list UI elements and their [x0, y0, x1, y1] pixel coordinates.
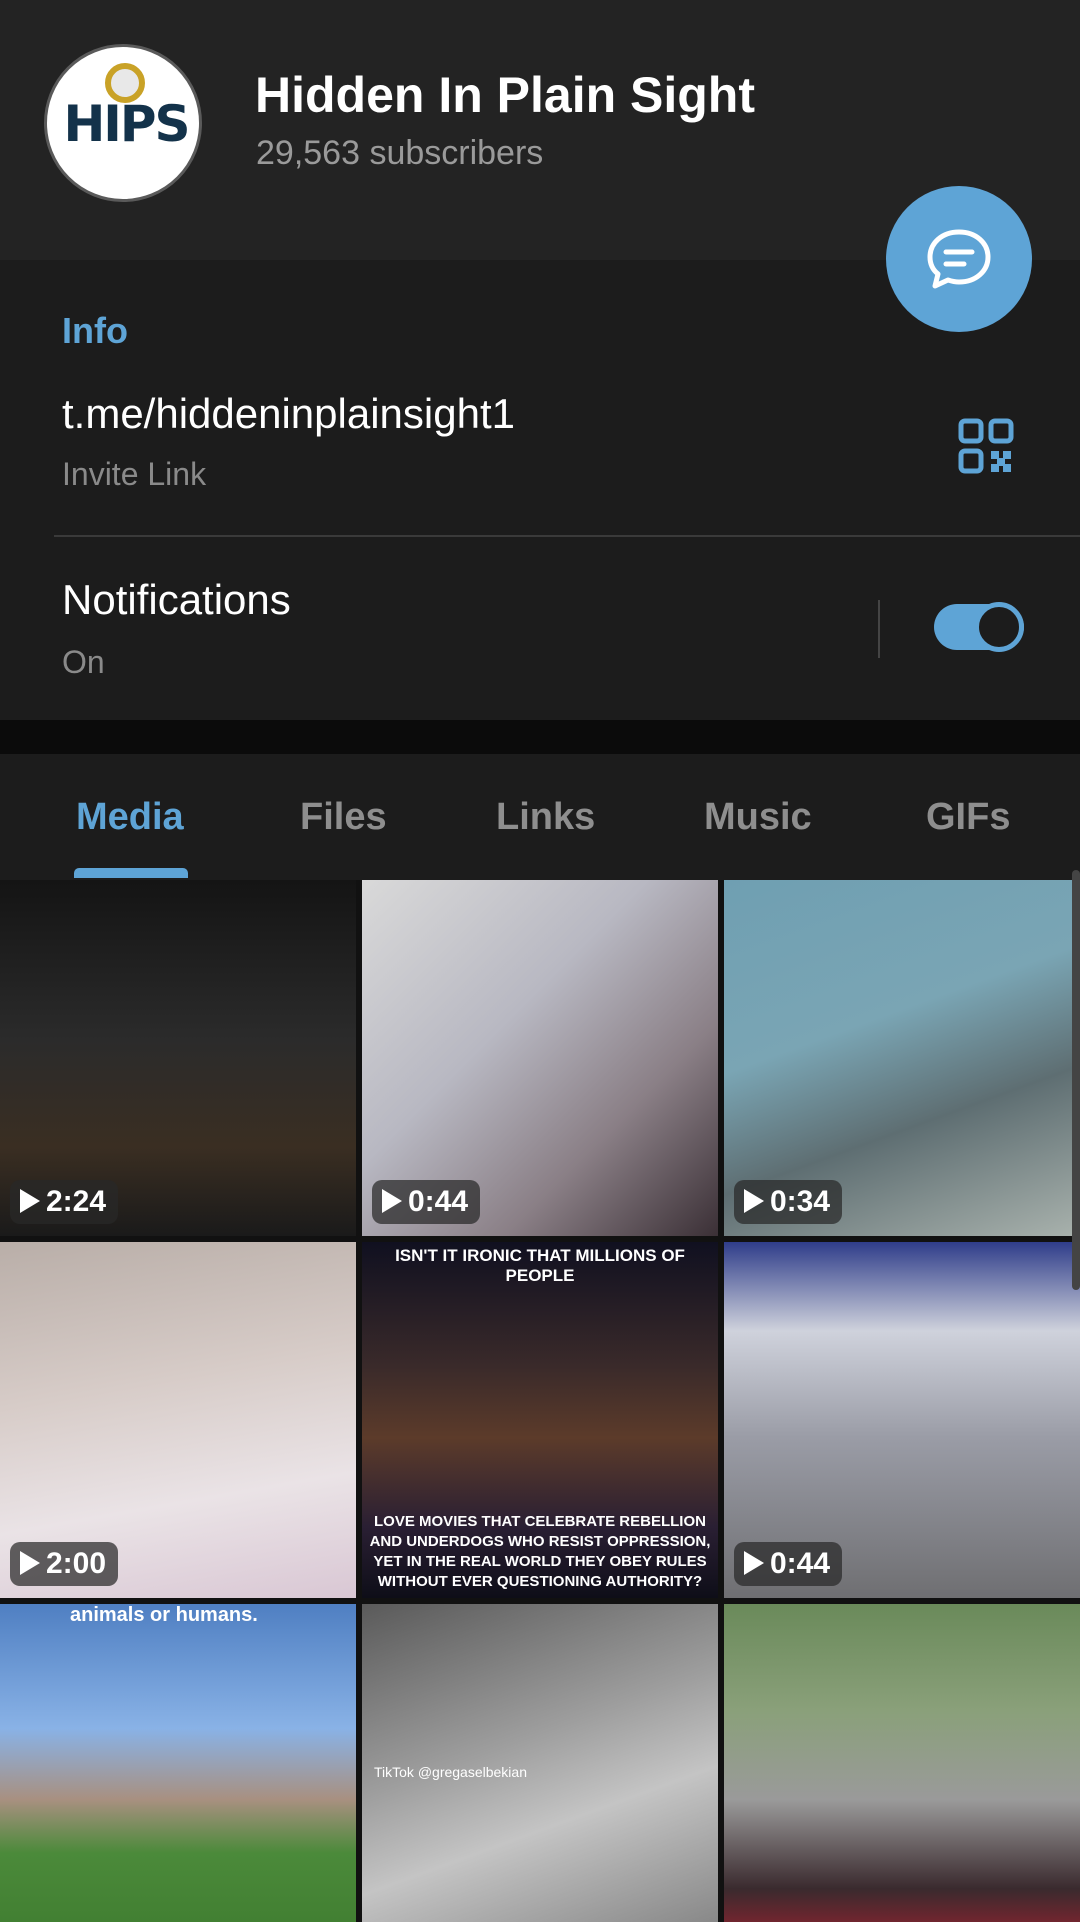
- notifications-status: On: [62, 644, 105, 680]
- info-section: Info t.me/hiddeninplainsight1 Invite Lin…: [0, 260, 1080, 720]
- duration-text: 0:44: [770, 1547, 831, 1580]
- video-caption-top: animals or humans.: [70, 1604, 258, 1626]
- notifications-toggle[interactable]: [934, 602, 1024, 652]
- active-tab-indicator: [74, 868, 188, 878]
- play-icon: [744, 1189, 764, 1213]
- qr-code-icon: [958, 418, 1014, 474]
- media-item[interactable]: 0:44: [362, 880, 718, 1236]
- chat-bubble-icon: [927, 229, 991, 289]
- scrollbar[interactable]: [1072, 870, 1080, 1290]
- tab-files[interactable]: Files: [300, 796, 387, 839]
- media-item[interactable]: TikTok @gregaselbekian: [362, 1604, 718, 1922]
- toggle-knob: [974, 602, 1024, 652]
- info-heading: Info: [62, 310, 128, 351]
- media-item[interactable]: 2:24: [0, 880, 356, 1236]
- play-icon: [744, 1551, 764, 1575]
- channel-avatar[interactable]: HIPS: [44, 44, 202, 202]
- media-item[interactable]: 0:34: [724, 880, 1080, 1236]
- video-duration: 2:00: [10, 1542, 119, 1586]
- video-caption-top: ISN'T IT IRONIC THAT MILLIONS OF PEOPLE: [395, 1246, 685, 1285]
- video-duration: 2:24: [10, 1180, 119, 1224]
- divider: [54, 535, 1080, 537]
- media-item[interactable]: 2:00: [0, 1242, 356, 1598]
- qr-code-button[interactable]: [958, 418, 1014, 479]
- video-duration: 0:44: [734, 1542, 843, 1586]
- tab-music[interactable]: Music: [704, 796, 812, 839]
- invite-link[interactable]: t.me/hiddeninplainsight1: [62, 390, 515, 438]
- media-grid: 2:24 0:44 0:34 2:00 ISN'T IT IRONIC THAT…: [0, 880, 1080, 1922]
- section-gap: [0, 720, 1080, 754]
- play-icon: [20, 1189, 40, 1213]
- tab-gifs[interactable]: GIFs: [926, 796, 1010, 839]
- media-item[interactable]: [724, 1604, 1080, 1922]
- video-caption-bottom: LOVE MOVIES THAT CELEBRATE REBELLION AND…: [369, 1513, 711, 1590]
- media-item[interactable]: 0:44: [724, 1242, 1080, 1598]
- duration-text: 2:00: [46, 1547, 107, 1580]
- notifications-label[interactable]: Notifications: [62, 576, 291, 624]
- media-tabs: Media Files Links Music GIFs: [0, 754, 1080, 878]
- duration-text: 0:34: [770, 1185, 831, 1218]
- subscriber-count: 29,563 subscribers: [256, 134, 544, 172]
- tab-links[interactable]: Links: [496, 796, 595, 839]
- avatar-logo-text: HIPS: [63, 95, 190, 153]
- channel-title: Hidden In Plain Sight: [255, 67, 755, 123]
- play-icon: [20, 1551, 40, 1575]
- media-item[interactable]: animals or humans.: [0, 1604, 356, 1922]
- media-item[interactable]: ISN'T IT IRONIC THAT MILLIONS OF PEOPLE …: [362, 1242, 718, 1598]
- vertical-divider: [878, 600, 880, 658]
- duration-text: 2:24: [46, 1185, 107, 1218]
- video-duration: 0:34: [734, 1180, 843, 1224]
- message-button[interactable]: [886, 186, 1032, 332]
- tiktok-watermark: TikTok @gregaselbekian: [374, 1764, 527, 1780]
- tab-media[interactable]: Media: [76, 796, 184, 839]
- duration-text: 0:44: [408, 1185, 469, 1218]
- play-icon: [382, 1189, 402, 1213]
- video-duration: 0:44: [372, 1180, 481, 1224]
- invite-link-caption: Invite Link: [62, 456, 207, 492]
